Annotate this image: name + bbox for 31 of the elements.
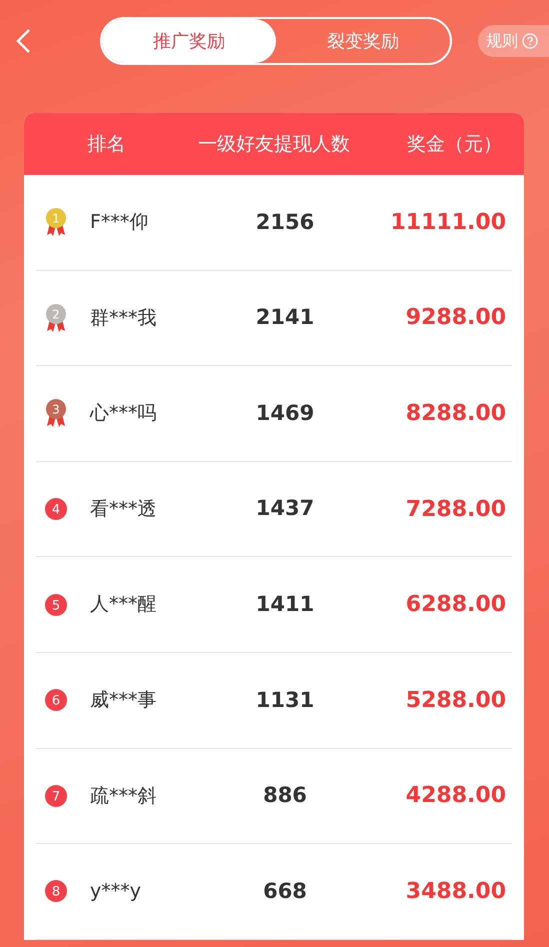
- user-name: 人***醒: [90, 592, 158, 618]
- column-header: 奖金（元）: [406, 132, 503, 157]
- bonus-amount: 4288.00: [404, 782, 507, 810]
- bonus-amount: 7288.00: [404, 496, 507, 524]
- friend-count: 2141: [254, 304, 316, 332]
- user-name: 看***透: [90, 496, 158, 522]
- rules-button[interactable]: 规则: [478, 25, 549, 57]
- user-name: 威***事: [90, 688, 158, 714]
- bonus-amount: 9288.00: [404, 304, 507, 332]
- user-name: F***仰: [90, 210, 150, 236]
- bonus-amount: 6288.00: [404, 591, 507, 620]
- bonus-amount: 5288.00: [404, 686, 507, 715]
- friend-count: 2156: [254, 208, 316, 236]
- user-name: 群***我: [90, 306, 158, 331]
- friend-count: 1437: [254, 495, 316, 522]
- bonus-amount: 11111.00: [389, 208, 507, 237]
- tab[interactable]: 裂变奖励: [276, 19, 450, 63]
- friend-count: 1469: [254, 400, 316, 427]
- tab[interactable]: 推广奖励: [102, 19, 276, 63]
- friend-count: 886: [262, 782, 308, 810]
- user-name: y***y: [90, 879, 142, 904]
- friend-count: 1411: [254, 590, 316, 618]
- column-header: 一级好友提现人数: [197, 132, 351, 156]
- bonus-amount: 8288.00: [404, 400, 507, 428]
- bonus-amount: 3488.00: [404, 878, 507, 906]
- user-name: 疏***斜: [90, 784, 158, 809]
- column-header: 排名: [86, 132, 126, 157]
- help-icon: [522, 33, 538, 49]
- friend-count: 1131: [254, 686, 316, 714]
- friend-count: 668: [262, 878, 308, 905]
- user-name: 心***吗: [90, 401, 158, 426]
